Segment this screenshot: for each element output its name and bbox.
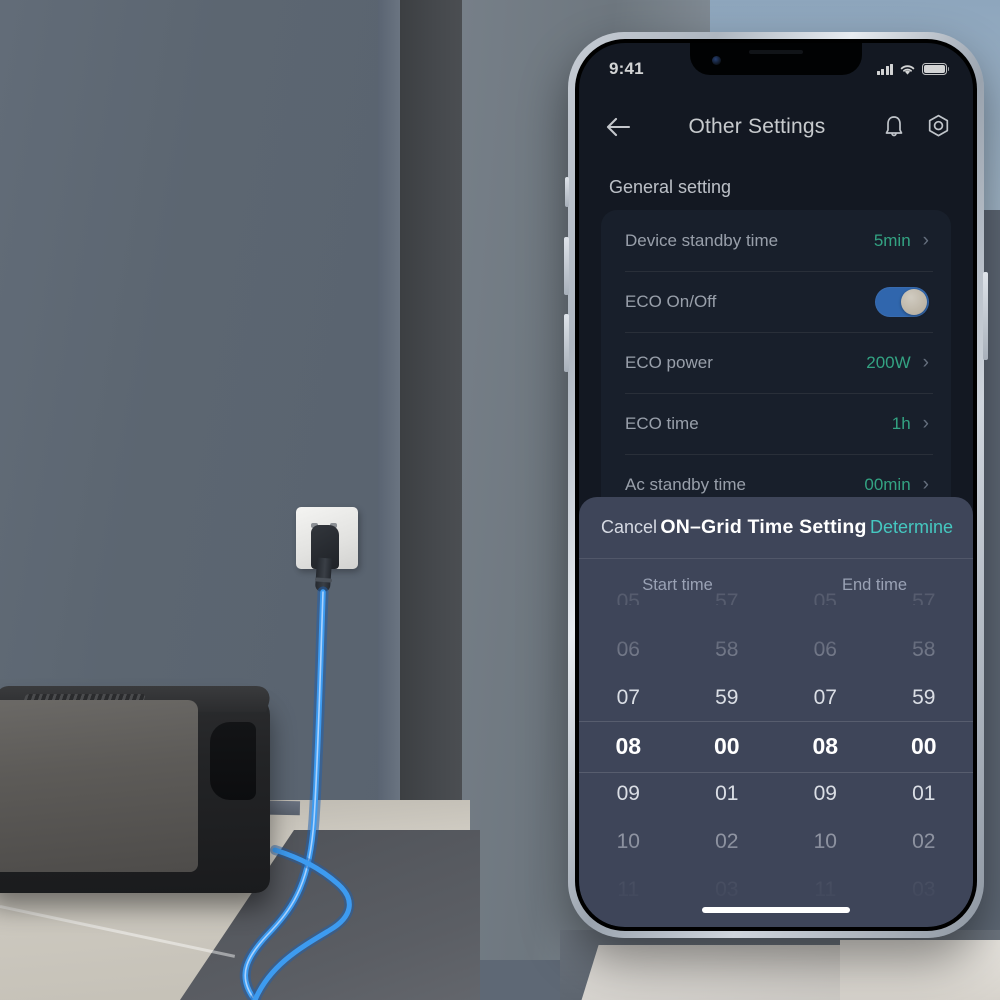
power-station-front-panel: mentech	[0, 700, 198, 872]
phone-volume-up-button[interactable]	[564, 237, 569, 295]
phone-bezel: 9:41 Other Settings General setting Devi…	[575, 39, 977, 931]
picker-item[interactable]: 03	[875, 866, 974, 914]
picker-item[interactable]: 09	[776, 770, 875, 818]
picker-item[interactable]: 59	[678, 674, 777, 722]
settings-row-eco-on-off[interactable]: ECO On/Off	[601, 271, 951, 332]
picker-item[interactable]: 00	[678, 722, 777, 770]
wall-left-edge	[378, 0, 400, 930]
phone-volume-down-button[interactable]	[564, 314, 569, 372]
picker-item[interactable]: 57	[678, 578, 777, 626]
settings-row-label: ECO time	[625, 413, 699, 433]
floor-sheet-corner	[840, 940, 1000, 1000]
wifi-icon	[900, 64, 915, 75]
settings-row-value: 200W	[866, 352, 911, 372]
status-bar-indicators	[876, 63, 950, 76]
picker-item[interactable]: 58	[678, 626, 777, 674]
app-navigation-bar: Other Settings	[579, 99, 973, 155]
picker-item[interactable]: 09	[579, 770, 678, 818]
settings-row-value: 5min	[873, 230, 911, 250]
screenshot-root: mentech 9:41	[0, 0, 1000, 1000]
settings-row-eco-time[interactable]: ECO time 1h ›	[601, 393, 951, 454]
bell-icon[interactable]	[879, 112, 909, 142]
picker-wheel-start-minute[interactable]: 57 58 59 00 01 02 03	[678, 590, 777, 925]
picker-item[interactable]: 07	[579, 674, 678, 722]
picker-item[interactable]: 01	[875, 770, 974, 818]
earpiece-speaker	[749, 50, 803, 54]
picker-item[interactable]: 02	[875, 818, 974, 866]
settings-row-label: Ac standby time	[625, 474, 746, 494]
gear-icon[interactable]	[923, 112, 953, 142]
phone-device: 9:41 Other Settings General setting Devi…	[564, 32, 988, 938]
cancel-button[interactable]: Cancel	[601, 517, 657, 538]
picker-item[interactable]: 08	[776, 722, 875, 770]
nav-action-icons	[879, 112, 953, 142]
power-plug-neck	[314, 557, 333, 593]
page-title: Other Settings	[688, 115, 826, 138]
picker-item[interactable]: 01	[678, 770, 777, 818]
picker-item[interactable]: 08	[579, 722, 678, 770]
toggle-knob	[901, 288, 927, 315]
picker-item[interactable]: 10	[776, 818, 875, 866]
battery-icon	[922, 63, 950, 75]
picker-item[interactable]: 05	[776, 578, 875, 626]
picker-wheel-start-hour[interactable]: 05 06 07 08 09 10 11	[579, 590, 678, 925]
chevron-right-icon: ›	[922, 413, 929, 434]
front-camera-icon	[712, 56, 721, 65]
power-station-side-vent	[210, 722, 256, 800]
signal-bars-icon	[876, 63, 893, 75]
settings-row-eco-power[interactable]: ECO power 200W ›	[601, 332, 951, 393]
picker-item[interactable]: 05	[579, 578, 678, 626]
eco-toggle-switch[interactable]	[875, 286, 929, 317]
settings-row-label: ECO power	[625, 352, 713, 372]
phone-notch	[690, 43, 862, 75]
general-settings-card: Device standby time 5min › ECO On/Off ECO po…	[601, 210, 951, 515]
time-picker-wheels: 05 06 07 08 09 10 11 57 58 59 00 01 02 03 05 06 07 08 09 10…	[579, 590, 974, 925]
settings-row-label: ECO On/Off	[625, 291, 717, 311]
picker-wheel-end-hour[interactable]: 05 06 07 08 09 10 11	[776, 590, 875, 925]
picker-item[interactable]: 11	[579, 866, 678, 914]
modal-header: Cancel ON–Grid Time Setting Determine	[579, 497, 973, 559]
settings-row-value: 00min	[864, 474, 911, 494]
chevron-right-icon: ›	[922, 230, 929, 251]
picker-item[interactable]: 10	[579, 818, 678, 866]
settings-row-value: 1h	[891, 413, 911, 433]
picker-item[interactable]: 06	[776, 626, 875, 674]
settings-row-device-standby-time[interactable]: Device standby time 5min ›	[601, 210, 951, 271]
picker-wheel-end-minute[interactable]: 57 58 59 00 01 02 03	[875, 590, 974, 925]
section-title: General setting	[609, 177, 732, 197]
phone-silent-switch[interactable]	[565, 177, 569, 207]
on-grid-time-setting-modal: Cancel ON–Grid Time Setting Determine St…	[579, 497, 973, 927]
phone-screen: 9:41 Other Settings General setting Devi…	[579, 43, 973, 927]
picker-item[interactable]: 06	[579, 626, 678, 674]
home-indicator[interactable]	[702, 907, 850, 913]
picker-item[interactable]: 02	[678, 818, 777, 866]
picker-item[interactable]: 59	[875, 674, 974, 722]
chevron-right-icon: ›	[922, 352, 929, 373]
modal-title: ON–Grid Time Setting	[660, 516, 867, 538]
picker-item[interactable]: 57	[875, 578, 974, 626]
picker-item[interactable]: 07	[776, 674, 875, 722]
chevron-right-icon: ›	[922, 474, 929, 495]
status-bar-time: 9:41	[609, 59, 644, 78]
settings-row-label: Device standby time	[625, 230, 779, 250]
phone-power-button[interactable]	[983, 272, 988, 360]
picker-item[interactable]: 58	[875, 626, 974, 674]
picker-item[interactable]: 00	[875, 722, 974, 770]
back-arrow-icon[interactable]	[601, 110, 635, 144]
determine-button[interactable]: Determine	[870, 517, 953, 538]
